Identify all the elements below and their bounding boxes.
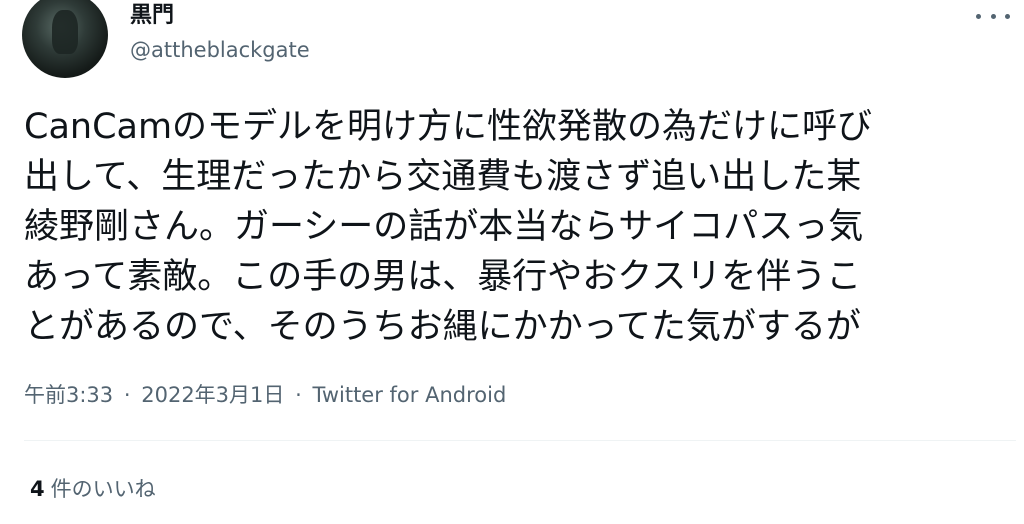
more-dot bbox=[976, 13, 981, 19]
likes-label: 件のいいね bbox=[50, 477, 156, 501]
tweet-source[interactable]: Twitter for Android bbox=[312, 383, 506, 407]
likes-link[interactable]: 4 件のいいね bbox=[30, 474, 156, 504]
tweet-time[interactable]: 午前3:33 bbox=[24, 383, 113, 407]
likes-count: 4 bbox=[30, 477, 45, 501]
divider bbox=[24, 440, 1016, 441]
avatar-figure bbox=[52, 10, 78, 54]
meta-separator: · bbox=[295, 383, 302, 407]
more-dot bbox=[990, 13, 996, 19]
tweet-date[interactable]: 2022年3月1日 bbox=[141, 383, 284, 407]
username[interactable]: @attheblackgate bbox=[130, 36, 310, 64]
more-dot bbox=[1005, 13, 1010, 19]
tweet-card: 黒門 @attheblackgate CanCamのモデルを明け方に性欲発散の為… bbox=[0, 0, 1024, 524]
tweet-text: CanCamのモデルを明け方に性欲発散の為だけに呼び 出して、生理だったから交通… bbox=[24, 107, 873, 347]
tweet-meta: 午前3:33 · 2022年3月1日 · Twitter for Android bbox=[24, 380, 506, 410]
meta-separator: · bbox=[123, 383, 131, 407]
more-horizontal-icon[interactable] bbox=[976, 6, 1010, 26]
display-name[interactable]: 黒門 bbox=[130, 2, 174, 30]
avatar[interactable] bbox=[22, 0, 108, 78]
